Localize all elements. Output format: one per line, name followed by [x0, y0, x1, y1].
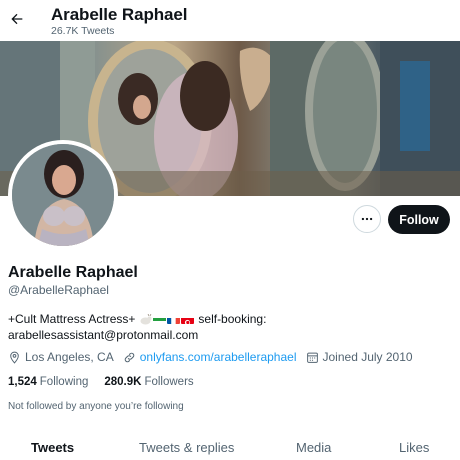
calendar-icon: [306, 352, 318, 363]
arrow-left-icon: [11, 13, 23, 25]
header-name: Arabelle Raphael: [51, 5, 188, 24]
website[interactable]: onlyfans.com/arabelleraphael: [123, 350, 297, 364]
bio-email: arabellesassistant@protonmail.com: [8, 328, 199, 342]
location-pin-icon: [10, 351, 19, 364]
following-count: 1,524: [8, 376, 37, 388]
joined-text: Joined July 2010: [322, 350, 413, 364]
tab-tweets-replies[interactable]: Tweets & replies: [139, 440, 234, 455]
profile-name: Arabelle Raphael: [8, 264, 138, 281]
followers-label: Followers: [144, 376, 194, 388]
avatar-image: [12, 144, 114, 246]
followers-count: 280.9K: [104, 376, 142, 388]
bio-prefix: +Cult Mattress Actress+: [8, 312, 136, 326]
tab-media[interactable]: Media: [296, 440, 331, 455]
avatar[interactable]: [8, 140, 118, 250]
not-followed-note: Not followed by anyone you’re following: [8, 401, 184, 412]
followers-link[interactable]: 280.9K Followers: [104, 376, 193, 388]
link-icon: [124, 352, 134, 362]
more-horizontal-icon: [361, 217, 373, 221]
iran-flag-icon: [153, 315, 167, 324]
tweet-count: 26.7K Tweets: [51, 25, 115, 37]
follow-stats: 1,524 Following 280.9K Followers: [8, 376, 210, 388]
tab-tweets[interactable]: Tweets: [31, 440, 74, 455]
bio-line-1: +Cult Mattress Actress+ self-booking:: [8, 311, 266, 328]
profile-header: Arabelle Raphael 26.7K Tweets: [0, 0, 460, 41]
following-link[interactable]: 1,524 Following: [8, 376, 88, 388]
location-text: Los Angeles, CA: [25, 350, 114, 364]
bio-suffix: self-booking:: [198, 312, 267, 326]
profile-tabs: Tweets Tweets & replies Media Likes: [0, 430, 460, 460]
tab-likes[interactable]: Likes: [399, 440, 429, 455]
follow-button[interactable]: Follow: [388, 205, 450, 234]
more-options-button[interactable]: [353, 205, 381, 233]
location: Los Angeles, CA: [8, 350, 114, 364]
tunisia-flag-icon: [181, 315, 195, 324]
profile-handle: @ArabelleRaphael: [8, 283, 109, 297]
website-link[interactable]: onlyfans.com/arabelleraphael: [140, 350, 297, 364]
following-label: Following: [39, 376, 89, 388]
profile-meta: Los Angeles, CA onlyfans.com/arabellerap…: [8, 350, 422, 364]
bio-emojis: [139, 313, 195, 326]
france-flag-icon: [167, 315, 181, 324]
goat-emoji-icon: [140, 313, 152, 324]
joined-date: Joined July 2010: [306, 350, 413, 364]
back-button[interactable]: [6, 8, 28, 30]
